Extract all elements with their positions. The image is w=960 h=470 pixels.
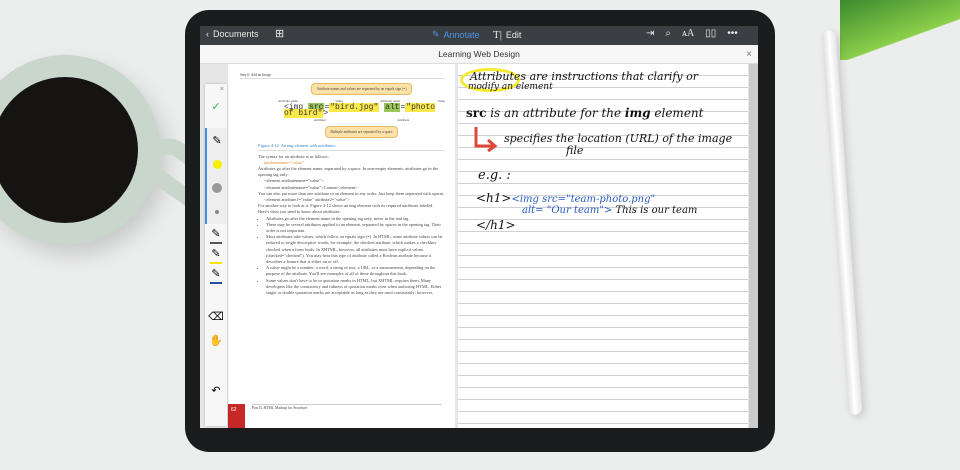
coffee-mug: [0, 55, 160, 245]
note-line: specifies the location (URL) of the imag…: [504, 132, 733, 145]
scrollbar[interactable]: [749, 64, 758, 428]
eraser-icon[interactable]: ⌫: [205, 304, 227, 328]
close-palette-icon[interactable]: ×: [205, 84, 227, 94]
note-line: src is an attribute for the img element: [466, 106, 704, 120]
annotation-palette: × ✓ ✎ ✎ ✎ ✎ ⌫ ✋ ↶: [205, 84, 227, 426]
arrow-icon: [474, 127, 498, 153]
font-size-icon[interactable]: ᴀA: [682, 28, 694, 39]
back-label: Documents: [213, 29, 259, 39]
toolbar: ‹ Documents ⊞ ✎ Annotate T| Edit ⇥ ⌕ ᴀA ▯▯ …: [200, 26, 758, 45]
document-titlebar: Learning Web Design ×: [200, 45, 758, 64]
close-icon[interactable]: ×: [746, 45, 752, 64]
grid-icon[interactable]: ⊞: [275, 27, 284, 40]
note-line: </h1>: [476, 218, 516, 232]
pen-icon: ✎: [432, 29, 440, 39]
more-icon[interactable]: •••: [727, 28, 738, 39]
note-line: alt= "Our team"> This is our team: [522, 205, 698, 216]
undo-icon[interactable]: ↶: [205, 378, 227, 402]
plant: [840, 0, 960, 60]
app-screen: ‹ Documents ⊞ ✎ Annotate T| Edit ⇥ ⌕ ᴀA ▯▯ …: [200, 26, 758, 428]
edit-label: Edit: [505, 30, 522, 40]
callout-bottom: Multiple attributes are separated by a s…: [325, 126, 398, 139]
page-footer: Part II, HTML Markup for Structure: [252, 404, 442, 411]
back-button[interactable]: ‹ Documents: [206, 29, 259, 39]
callout-top: Attribute names and values are separated…: [311, 83, 412, 96]
bullet-item: Some values don't have to be in quotatio…: [266, 278, 445, 297]
notes-page[interactable]: Attributes are instructions that clarify…: [458, 64, 748, 428]
check-icon[interactable]: ✓: [205, 94, 227, 118]
running-head: Step 6: Add an Image: [240, 72, 445, 80]
search-icon[interactable]: ⌕: [665, 28, 671, 39]
paragraph: Attributes go after the element name, se…: [258, 166, 439, 178]
annotate-tab[interactable]: ✎ Annotate: [432, 29, 480, 40]
pen-black-icon[interactable]: ✎: [210, 224, 222, 244]
note-line: e.g. :: [478, 168, 511, 183]
note-line: <h1><img src="team-photo.png": [476, 191, 656, 205]
book-icon[interactable]: ▯▯: [705, 28, 716, 39]
export-icon[interactable]: ⇥: [646, 28, 654, 39]
edit-tab[interactable]: T| Edit: [493, 29, 521, 41]
note-line: file: [566, 144, 584, 157]
stylus: [821, 29, 863, 416]
annotate-label: Annotate: [443, 29, 480, 40]
bullet-item: Most attributes take values, which follo…: [266, 234, 445, 265]
book-page: Step 6: Add an Image Attribute names and…: [228, 64, 455, 428]
bullet-item: There may be several attributes applied …: [266, 222, 445, 234]
figure-caption: Figure 4-12. An img element with attribu…: [258, 143, 445, 151]
hand-icon[interactable]: ✋: [205, 328, 227, 352]
pen-tool-icon[interactable]: ✎: [205, 128, 227, 152]
bullet-item: A value might be a number, a word, a str…: [266, 265, 445, 277]
chevron-left-icon: ‹: [206, 29, 209, 39]
note-line: modify an element: [468, 82, 553, 92]
stroke-large[interactable]: [205, 176, 227, 200]
page-number: 62: [228, 404, 245, 428]
pen-blue-icon[interactable]: ✎: [210, 264, 222, 284]
pen-yellow-icon[interactable]: ✎: [210, 244, 222, 264]
document-title: Learning Web Design: [438, 49, 520, 59]
stroke-small[interactable]: [205, 200, 227, 224]
color-yellow[interactable]: [205, 152, 227, 176]
text-cursor-icon: T|: [493, 29, 502, 41]
img-code-figure: <img src="bird.jpg" alt="photo of bird">: [284, 102, 436, 118]
